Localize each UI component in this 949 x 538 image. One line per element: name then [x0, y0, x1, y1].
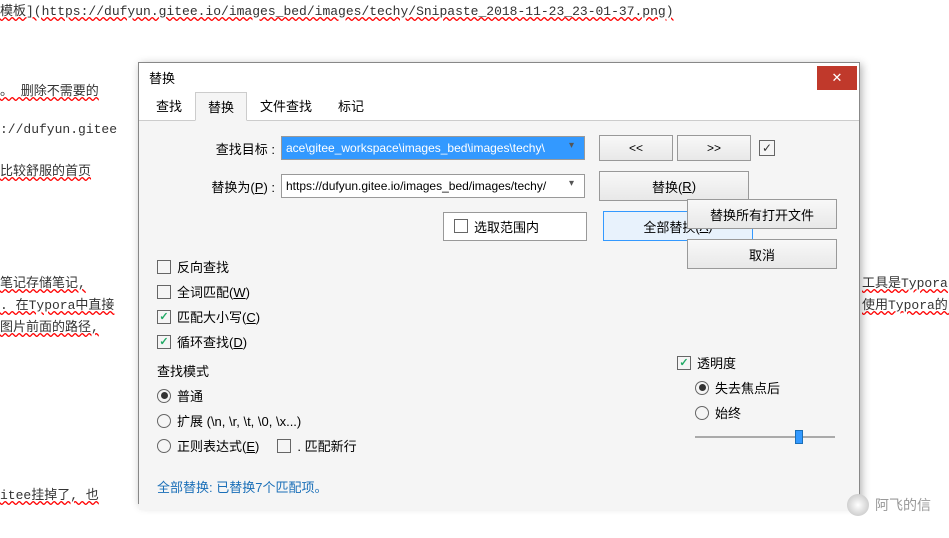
- wrap-checkbox[interactable]: [759, 140, 775, 156]
- transparency-group: 透明度 失去焦点后 始终: [677, 353, 837, 446]
- reverse-checkbox[interactable]: [157, 260, 171, 274]
- trans-always-radio[interactable]: [695, 406, 709, 420]
- trans-blur-radio[interactable]: [695, 381, 709, 395]
- tab-mark[interactable]: 标记: [325, 91, 377, 120]
- find-prev-button[interactable]: <<: [599, 135, 673, 161]
- whole-word-checkbox[interactable]: [157, 285, 171, 299]
- replace-open-files-button[interactable]: 替换所有打开文件: [687, 199, 837, 229]
- replace-dialog: 替换 ✕ 查找 替换 文件查找 标记 查找目标 : ▾ << >> 替换为(P)…: [138, 62, 860, 504]
- replace-label: 替换为(P) :: [157, 177, 281, 196]
- mode-extended-radio[interactable]: [157, 414, 171, 428]
- find-next-button[interactable]: >>: [677, 135, 751, 161]
- cancel-button[interactable]: 取消: [687, 239, 837, 269]
- dialog-content: 查找目标 : ▾ << >> 替换为(P) : ▾ 替换(R): [139, 121, 859, 510]
- dot-newline-checkbox[interactable]: [277, 439, 291, 453]
- button-column: 替换所有打开文件 取消: [687, 199, 837, 279]
- match-case-checkbox[interactable]: [157, 310, 171, 324]
- mode-regex-radio[interactable]: [157, 439, 171, 453]
- mode-normal-radio[interactable]: [157, 389, 171, 403]
- find-label: 查找目标 :: [157, 139, 281, 158]
- transparency-checkbox[interactable]: [677, 356, 691, 370]
- transparency-slider[interactable]: [695, 428, 835, 446]
- loop-checkbox[interactable]: [157, 335, 171, 349]
- status-bar: 全部替换: 已替换7个匹配项。: [157, 477, 417, 496]
- wechat-icon: [847, 494, 869, 516]
- in-selection-label: 选取范围内: [474, 217, 539, 236]
- in-selection-wrap: 选取范围内: [443, 212, 587, 241]
- tab-find-in-files[interactable]: 文件查找: [247, 91, 325, 120]
- tab-find[interactable]: 查找: [143, 91, 195, 120]
- close-button[interactable]: ✕: [817, 66, 857, 90]
- titlebar[interactable]: 替换 ✕: [139, 63, 859, 91]
- chevron-down-icon[interactable]: ▾: [569, 140, 583, 154]
- replace-button[interactable]: 替换(R): [599, 171, 749, 201]
- close-icon: ✕: [832, 70, 843, 86]
- replace-input[interactable]: [281, 174, 585, 198]
- find-input[interactable]: [281, 136, 585, 160]
- watermark: 阿飞的信: [847, 494, 931, 516]
- tab-replace[interactable]: 替换: [195, 92, 247, 121]
- tabs: 查找 替换 文件查找 标记: [139, 91, 859, 121]
- search-mode-label: 查找模式: [157, 361, 417, 380]
- in-selection-checkbox[interactable]: [454, 219, 468, 233]
- chevron-down-icon[interactable]: ▾: [569, 178, 583, 192]
- dialog-title: 替换: [149, 68, 817, 87]
